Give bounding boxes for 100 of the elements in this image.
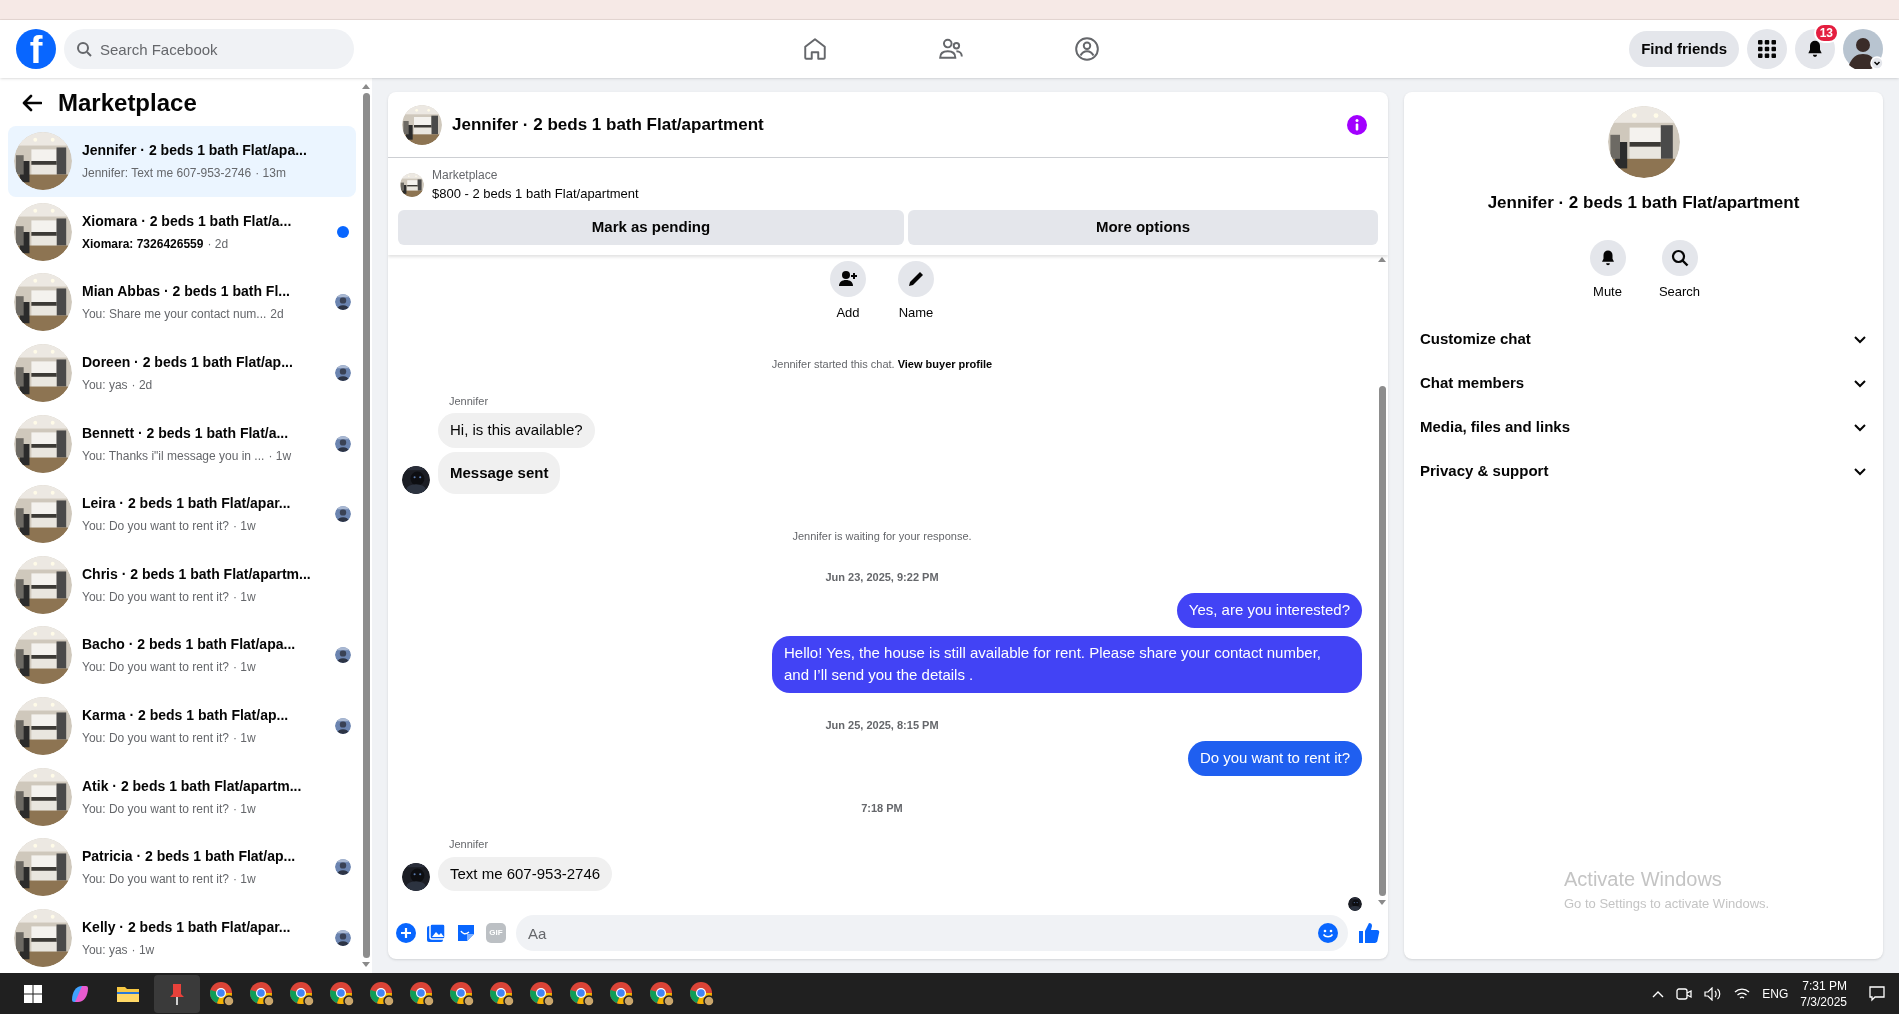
chrome-icon[interactable] [649,980,675,1007]
conversation-title: Jennifer · 2 beds 1 bath Flat/apa... [82,141,308,161]
info-icon[interactable] [1346,113,1368,136]
message-preview: You: yas [82,941,128,959]
outgoing-message: Yes, are you interested? [1176,593,1362,628]
search-field[interactable]: Search Facebook [64,29,354,69]
message-preview: Jennifer: Text me 607-953-2746 [82,165,252,183]
chrome-icon[interactable] [449,980,475,1007]
chat-notice: Jennifer is waiting for your response. [792,529,972,544]
profile-avatar[interactable] [1843,29,1883,69]
chrome-icon[interactable] [369,980,395,1007]
conversation-title: Bacho · 2 beds 1 bath Flat/apa... [82,635,297,655]
conversation-title: Bennett · 2 beds 1 bath Flat/a... [82,423,290,443]
search-icon [76,41,92,57]
sender-name: Jennifer [449,837,490,852]
mute-button[interactable]: Mute [1583,239,1632,301]
chrome-icon[interactable] [409,980,435,1007]
chrome-icon[interactable] [249,980,275,1007]
people-icon[interactable] [938,36,964,62]
timestamp: Jun 23, 2025, 9:22 PM [825,569,939,585]
group-icon[interactable] [1074,36,1100,62]
message-preview: You: Do you want to rent it? [82,800,229,818]
conversation-title: Chris · 2 beds 1 bath Flat/apartm... [82,564,312,584]
message-time: · 1w [131,941,155,959]
home-icon[interactable] [802,36,828,62]
conversation-item[interactable]: Jennifer · 2 beds 1 bath Flat/apa... Jennifer: Text me 607-953-2746 · 13m [8,126,356,197]
chrome-icon[interactable] [529,980,555,1007]
scrollbar-thumb[interactable] [362,93,370,958]
message-preview: You: Do you want to rent it? [82,871,229,889]
activation-subtitle: Go to Settings to activate Windows. [1564,894,1770,913]
incoming-message: Message sent [438,451,561,494]
image-icon[interactable] [426,923,446,943]
grid-icon [1758,40,1776,58]
conversation-title: Kelly · 2 beds 1 bath Flat/apar... [82,917,292,937]
scroll-down-icon[interactable] [1378,900,1386,905]
message-time: · 1w [233,518,256,536]
message-preview: You: Do you want to rent it? [82,729,229,747]
activation-title: Activate Windows [1564,866,1723,892]
message-input[interactable]: Aa [516,915,1348,951]
message-preview: You: Do you want to rent it? [82,588,229,606]
listing-source: Marketplace [432,167,499,184]
listing-description: $800 - 2 beds 1 bath Flat/apartment [432,185,639,203]
more-options-button[interactable]: More options [908,209,1378,245]
chevron-up-icon[interactable] [1652,989,1665,998]
details-section[interactable]: Chat members [1412,361,1875,405]
incoming-message: Text me 607-953-2746 [438,856,613,891]
details-section[interactable]: Media, files and links [1412,405,1875,449]
search-icon [1670,248,1689,267]
message-preview: You: yas [82,377,128,395]
chrome-icon[interactable] [329,980,355,1007]
emoji-icon[interactable] [1318,923,1338,943]
sidebar-title: Marketplace [58,87,197,118]
menu-button[interactable] [1747,29,1787,69]
chrome-icon[interactable] [489,980,515,1007]
clock-date[interactable]: 7/3/2025 [1800,993,1847,1010]
details-title: Jennifer · 2 beds 1 bath Flat/apartment [1487,192,1800,214]
clock-time[interactable]: 7:31 PM [1802,977,1847,994]
plus-icon[interactable] [396,923,416,943]
notification-icon[interactable] [1869,985,1885,1002]
details-section[interactable]: Customize chat [1412,317,1875,361]
message-preview: You: Thanks i"il message you in ... [82,447,265,465]
camera-icon[interactable] [1676,986,1693,1001]
message-time: · 1w [233,659,256,677]
find-friends-button[interactable]: Find friends [1629,31,1739,67]
pin-icon [169,981,185,1006]
chrome-icon[interactable] [609,980,635,1007]
notification-badge: 13 [1813,23,1839,43]
taskbar-app[interactable] [154,974,200,1013]
conversation-title: Xiomara · 2 beds 1 bath Flat/a... [82,211,293,231]
thumbs-up-icon[interactable] [1358,922,1380,944]
scroll-down-icon[interactable] [362,962,370,967]
speaker-icon[interactable] [1704,986,1723,1001]
timestamp: 7:18 PM [861,800,903,816]
conversation-title: Atik · 2 beds 1 bath Flat/apartm... [82,776,303,796]
pencil-icon [907,269,925,288]
sticker-icon[interactable] [456,923,476,943]
mark-pending-button[interactable]: Mark as pending [398,209,904,245]
scroll-up-icon[interactable] [1378,256,1386,262]
message-time: · 1w [233,729,256,747]
details-section[interactable]: Privacy & support [1412,449,1875,493]
sender-name: Jennifer [449,393,490,409]
message-time: 2d [270,306,284,324]
chrome-icon[interactable] [209,980,235,1007]
back-arrow-icon[interactable] [22,93,42,112]
view-profile-link[interactable]: View buyer profile [897,356,993,373]
scroll-up-icon[interactable] [362,84,370,89]
language-indicator[interactable]: ENG [1762,984,1789,1003]
message-preview: Xiomara: 7326426559 [82,235,204,253]
windows-icon[interactable] [24,984,42,1003]
message-preview: You: Share me your contact num... [82,306,267,324]
conversation-title: Karma · 2 beds 1 bath Flat/ap... [82,705,290,725]
scrollbar-thumb[interactable] [1378,385,1386,896]
message-time: · 1w [233,800,256,818]
chrome-icon[interactable] [689,980,715,1007]
search-button[interactable]: Search [1655,239,1704,301]
logo[interactable]: f [16,29,56,69]
chrome-icon[interactable] [289,980,315,1007]
conversation-title: Patricia · 2 beds 1 bath Flat/ap... [82,847,297,867]
chrome-icon[interactable] [569,980,595,1007]
wifi-icon[interactable] [1734,986,1751,1001]
